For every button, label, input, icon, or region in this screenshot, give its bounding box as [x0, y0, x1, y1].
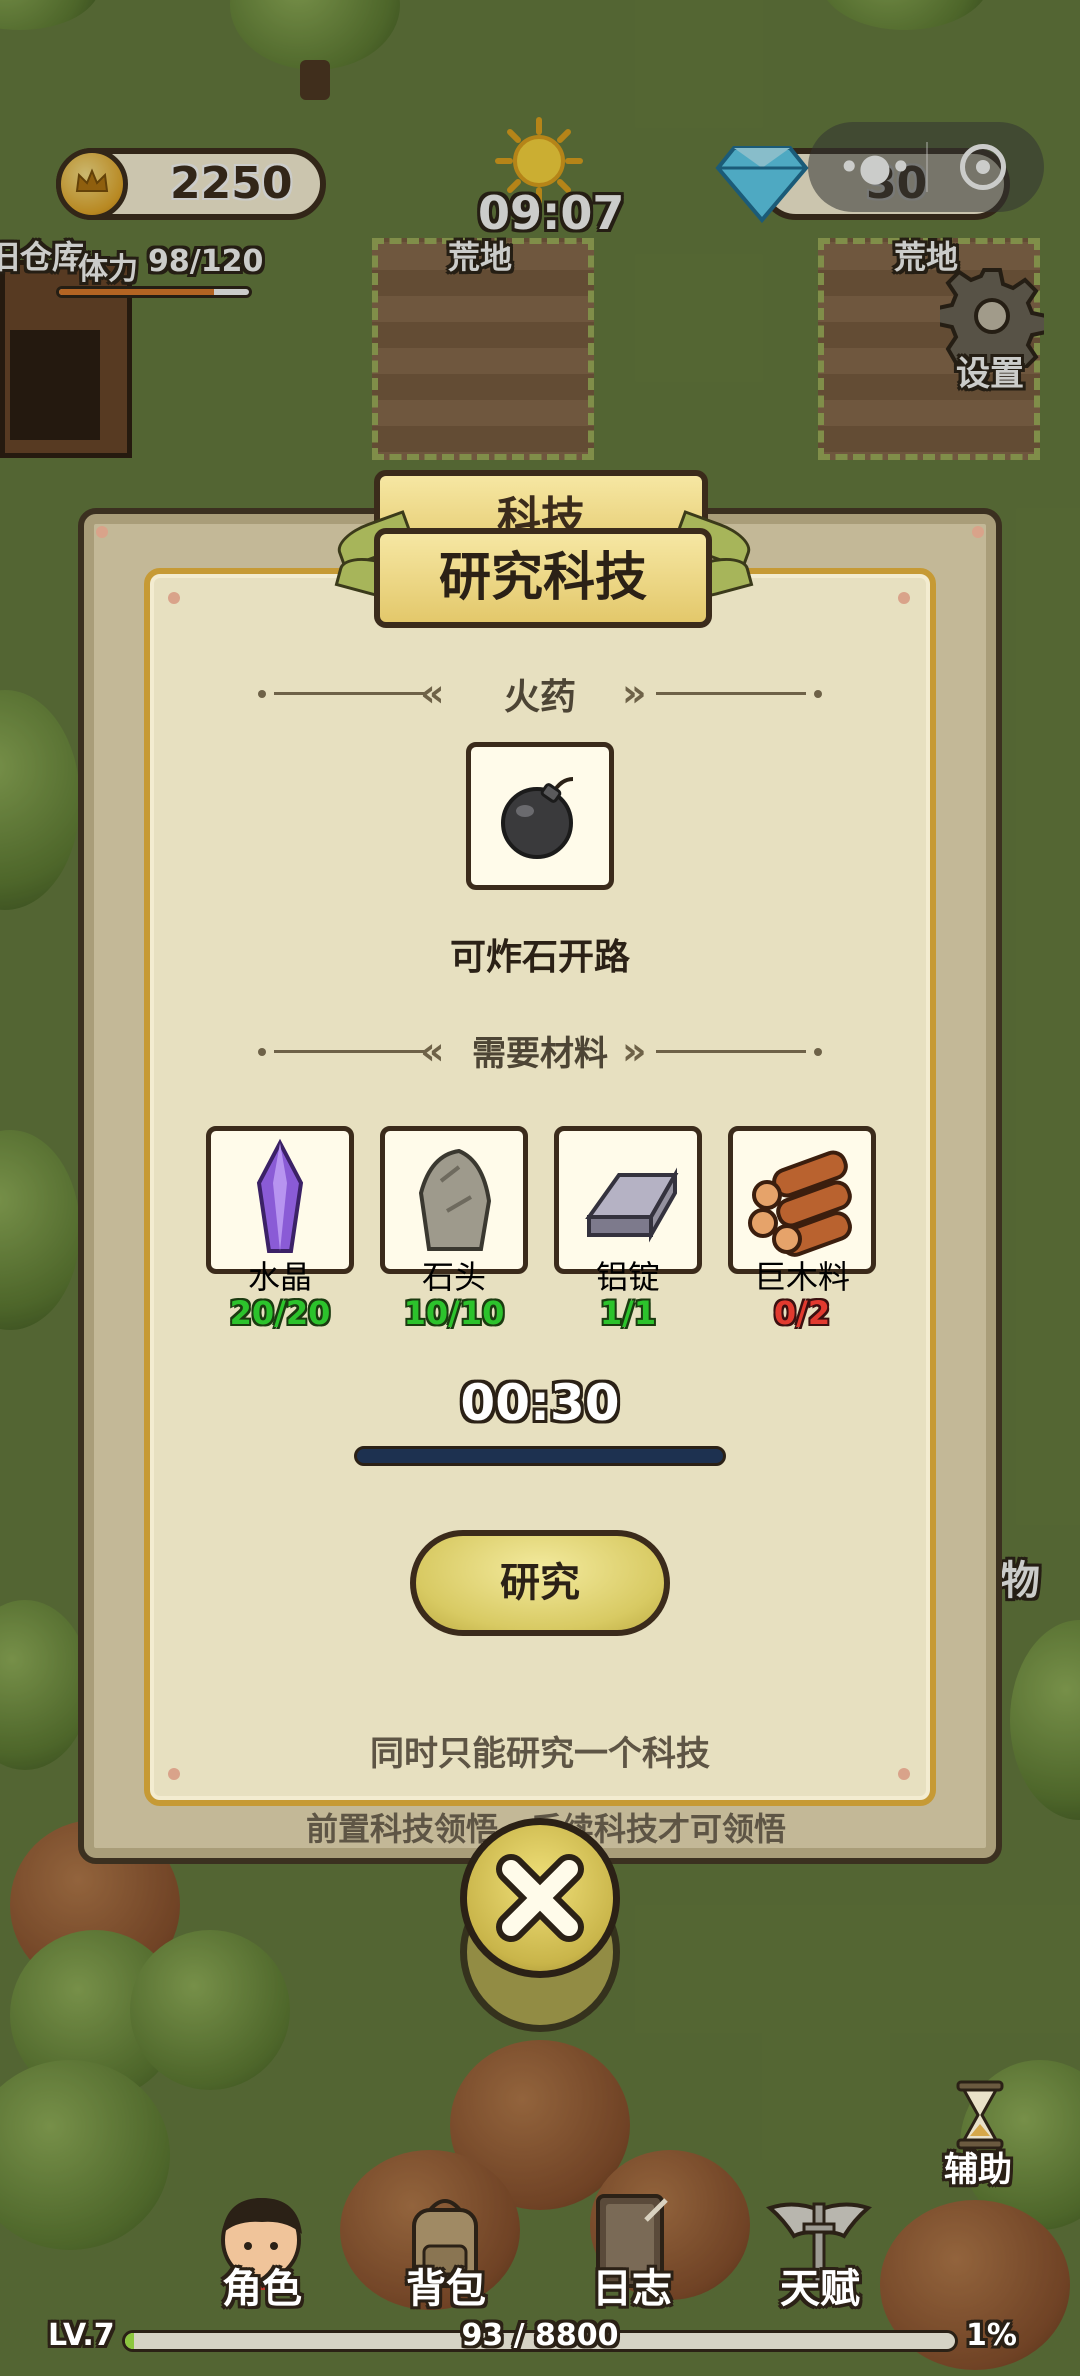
- material-name: 巨木料: [753, 1258, 850, 1296]
- close-icon: [496, 1854, 584, 1942]
- divider-dot: [814, 1048, 822, 1056]
- material-name: 石头: [421, 1258, 486, 1296]
- nav-talent-label[interactable]: 天赋: [740, 2256, 900, 2314]
- tech-name: 火药: [503, 677, 576, 718]
- material-name: 水晶: [247, 1258, 312, 1296]
- research-button[interactable]: 研究: [410, 1530, 670, 1636]
- xp-bar-fill: [125, 2333, 135, 2349]
- chevron-right-icon: »: [622, 671, 647, 715]
- nav-backpack-label[interactable]: 背包: [366, 2256, 526, 2314]
- divider-line: [274, 692, 424, 695]
- divider-line: [656, 692, 806, 695]
- divider-dot: [258, 690, 266, 698]
- dialog-title: 研究科技: [374, 528, 712, 628]
- tech-icon-slot: [466, 742, 614, 890]
- stone-icon: [418, 1148, 492, 1251]
- research-progress-bar: [354, 1446, 726, 1466]
- xp-percent: 1%: [966, 2318, 1017, 2353]
- material-count: 1/1: [599, 1294, 657, 1332]
- divider-line: [274, 1050, 424, 1053]
- material-count: 20/20: [229, 1294, 331, 1332]
- logs-icon: [748, 1150, 852, 1257]
- materials-header: 需要材料: [472, 1034, 608, 1074]
- crystal-icon: [256, 1138, 304, 1253]
- chevron-right-icon: »: [622, 1029, 647, 1073]
- chevron-left-icon: «: [420, 1029, 445, 1073]
- nav-character-label[interactable]: 角色: [182, 2256, 342, 2314]
- panel-rivet: [972, 526, 984, 538]
- panel-rivet: [96, 526, 108, 538]
- xp-value: 93 / 8800: [461, 2318, 619, 2353]
- close-button[interactable]: [460, 1818, 620, 1978]
- dialog-rivet: [168, 1768, 180, 1780]
- dialog-rivet: [898, 592, 910, 604]
- nav-journal-label[interactable]: 日志: [552, 2256, 712, 2314]
- player-level: LV.7: [48, 2318, 115, 2353]
- bomb-icon: [501, 777, 574, 859]
- dialog-rivet: [898, 1768, 910, 1780]
- research-timer: 00:30: [460, 1374, 620, 1432]
- assist-label: 辅助: [944, 2150, 1012, 2190]
- aluminum-ingot-icon: [585, 1167, 679, 1243]
- divider-dot: [814, 690, 822, 698]
- divider-dot: [258, 1048, 266, 1056]
- dialog-rivet: [168, 592, 180, 604]
- research-note: 同时只能研究一个科技: [370, 1734, 710, 1774]
- chevron-left-icon: «: [420, 671, 445, 715]
- tech-description: 可炸石开路: [449, 937, 630, 978]
- material-name: 铝锭: [595, 1258, 660, 1296]
- material-count: 10/10: [403, 1294, 505, 1332]
- material-count: 0/2: [773, 1294, 831, 1332]
- hourglass-icon[interactable]: [940, 2080, 1020, 2150]
- divider-line: [656, 1050, 806, 1053]
